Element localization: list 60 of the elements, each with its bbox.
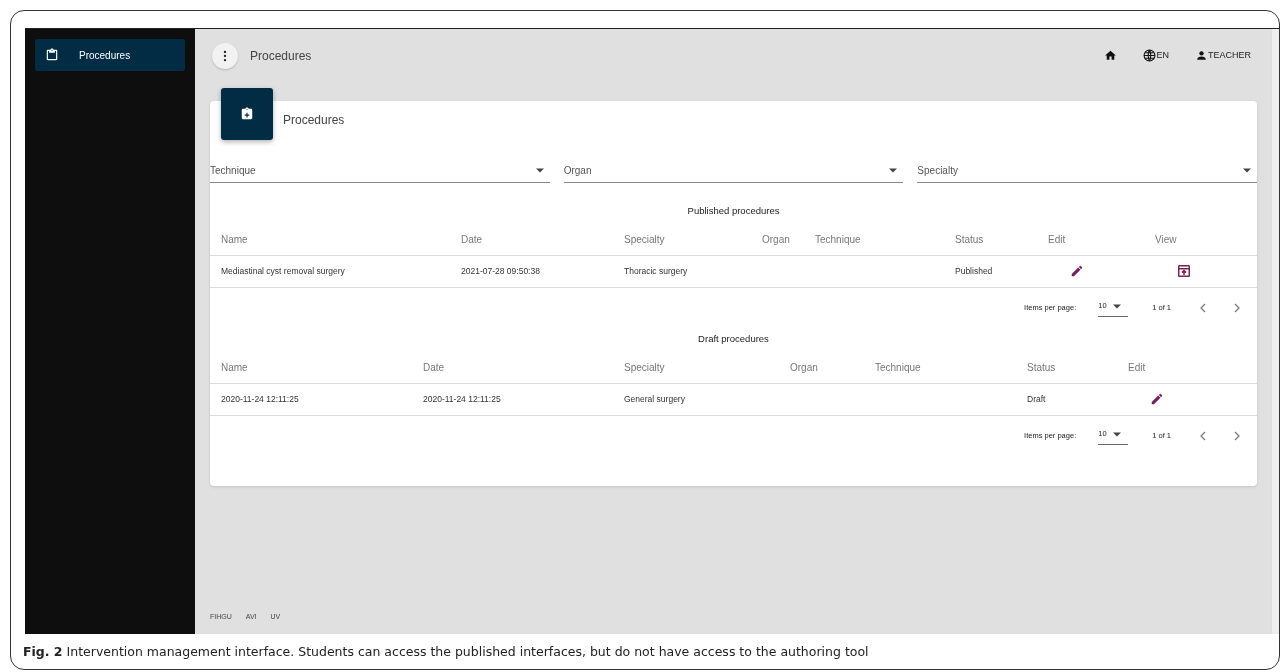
- edit-button[interactable]: [1070, 264, 1084, 278]
- column-header: Technique: [815, 233, 861, 245]
- column-header: Name: [221, 233, 248, 245]
- column-header: Edit: [1128, 361, 1146, 373]
- dropdown-caret-icon: [1112, 431, 1121, 437]
- page-title: Procedures: [250, 47, 312, 65]
- edit-button[interactable]: [1150, 392, 1164, 406]
- previous-page-button[interactable]: [1199, 302, 1206, 313]
- user-button[interactable]: TEACHER: [1195, 48, 1251, 63]
- table-cell: Mediastinal cyst removal surgery: [221, 265, 345, 276]
- dropdown-caret-icon: [889, 168, 898, 174]
- chevron-right-icon: [1234, 302, 1241, 313]
- pencil-icon: [1150, 392, 1164, 406]
- language-button[interactable]: EN: [1143, 48, 1169, 63]
- dropdown-caret-icon: [1112, 303, 1121, 309]
- clipboard-plus-icon: [240, 107, 254, 121]
- table-cell: Published: [955, 265, 993, 276]
- column-header: Status: [955, 233, 984, 245]
- column-header: Technique: [875, 361, 921, 373]
- pencil-icon: [1070, 264, 1084, 278]
- table-title: Published procedures: [686, 204, 781, 218]
- chevron-right-icon: [1234, 430, 1241, 441]
- chevron-left-icon: [1199, 430, 1206, 441]
- column-header: Edit: [1048, 233, 1066, 245]
- select-field[interactable]: Technique: [210, 162, 530, 178]
- column-header: Date: [423, 361, 445, 373]
- view-button[interactable]: [1177, 264, 1191, 278]
- column-header: Organ: [790, 361, 818, 373]
- previous-page-button[interactable]: [1199, 430, 1206, 441]
- figure-caption: Fig. 2 Intervention management interface. Students can access the published interfaces, but do not have access to the authoring tool: [23, 643, 869, 661]
- globe-icon: [1143, 49, 1157, 62]
- next-page-button[interactable]: [1234, 430, 1241, 441]
- clipboard-icon: [45, 48, 59, 62]
- select-field[interactable]: Organ: [563, 162, 884, 178]
- select-field[interactable]: Specialty: [917, 162, 1237, 178]
- column-header: Status: [1027, 361, 1056, 373]
- home-button[interactable]: [1104, 48, 1118, 63]
- sidebar-item[interactable]: Procedures: [35, 39, 185, 71]
- table-cell: General surgery: [624, 393, 685, 404]
- table-cell: 2020-11-24 12:11:25: [423, 393, 501, 404]
- person-icon: [1195, 49, 1208, 62]
- column-header: Name: [221, 361, 248, 373]
- chevron-left-icon: [1199, 302, 1206, 313]
- column-header: View: [1155, 233, 1177, 245]
- column-header: Specialty: [624, 233, 665, 245]
- column-header: Specialty: [624, 361, 665, 373]
- column-header: Organ: [762, 233, 790, 245]
- card-title: Procedures: [283, 112, 345, 129]
- column-header: Date: [461, 233, 483, 245]
- home-icon: [1104, 48, 1118, 62]
- table-cell: 2021-07-28 09:50:38: [461, 265, 540, 276]
- dropdown-caret-icon: [535, 168, 544, 174]
- table-cell: Draft: [1027, 393, 1046, 404]
- open-in-window-icon: [1177, 264, 1191, 278]
- dropdown-caret-icon: [1243, 168, 1251, 174]
- scrollbar[interactable]: [1271, 29, 1279, 634]
- table-cell: Thoracic surgery: [624, 265, 688, 276]
- next-page-button[interactable]: [1234, 302, 1241, 313]
- table-cell: 2020-11-24 12:11:25: [221, 393, 299, 404]
- table-title: Draft procedures: [697, 332, 770, 346]
